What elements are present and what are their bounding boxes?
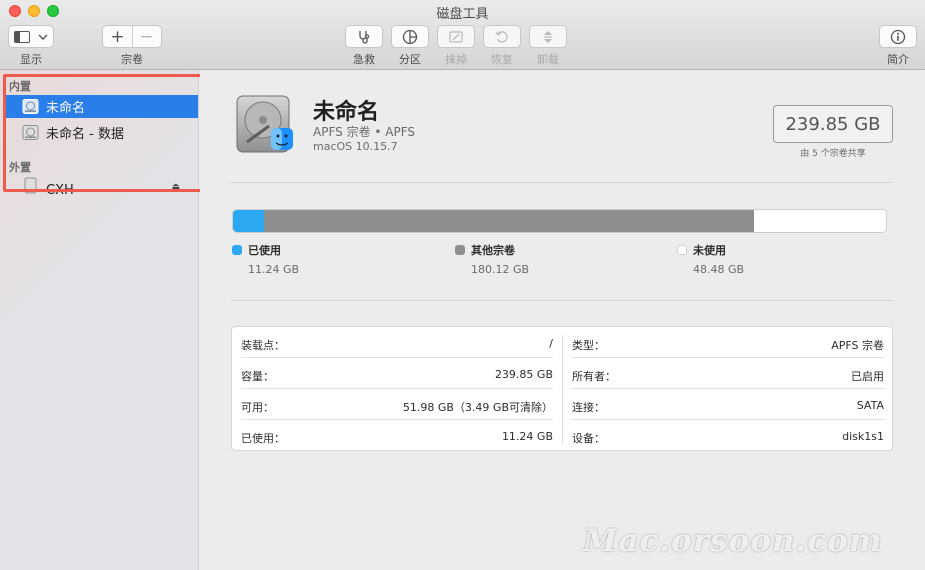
usage-bar-free [754,210,886,232]
chevron-down-icon [38,34,48,40]
hard-drive-icon [236,95,293,153]
info-key: 连接： [572,401,605,414]
info-row: 已使用： 11.24 GB [232,420,562,451]
info-value: SATA [856,399,884,412]
usage-bar-used [233,210,264,232]
erase-label: 抹掉 [445,53,467,66]
restore-icon [495,30,508,43]
info-key: 已使用： [241,432,285,445]
usage-bar [232,209,887,233]
partition-button[interactable] [391,25,429,48]
info-value: APFS 宗卷 [831,339,884,352]
legend-name: 已使用 [248,244,281,257]
stethoscope-icon [359,30,370,44]
pie-partition-icon [402,29,418,44]
info-value: disk1s1 [842,430,884,443]
legend-swatch [677,245,687,255]
watermark: Mac.orsoon.com [583,523,883,559]
info-value: 239.85 GB [494,368,553,381]
info-row: 类型： APFS 宗卷 [563,327,893,358]
segment-divider [132,26,133,47]
info-key: 可用： [241,401,274,414]
erase-button[interactable] [437,25,475,48]
legend-swatch [232,245,242,255]
unmount-label: 卸载 [537,53,559,66]
legend-value: 48.48 GB [693,263,745,276]
title-toolbar: 磁盘工具 显示 + − 宗卷 急救 分区 抹掉 恢复 卸载 简介 [0,0,925,70]
erase-icon [449,30,463,43]
view-button[interactable] [8,25,54,48]
info-value: 11.24 GB [501,430,553,443]
info-value: 已启用 [851,370,884,383]
divider [231,300,893,301]
unmount-icon [544,30,552,43]
volume-subtitle: APFS 宗卷 • APFS [313,125,416,139]
restore-button[interactable] [483,25,521,48]
legend-name: 未使用 [693,244,726,257]
info-row: 可用： 51.98 GB（3.49 GB可清除） [232,389,562,420]
capacity-box: 239.85 GB [773,105,893,143]
add-volume-button[interactable]: + [103,27,132,47]
sidebar-icon [14,30,30,43]
info-button[interactable] [879,25,917,48]
info-label: 简介 [887,53,909,66]
info-row: 设备： disk1s1 [563,420,893,451]
info-key: 所有者： [572,370,616,383]
volume-segmented: + − [102,25,162,48]
info-col-right: 类型： APFS 宗卷 所有者： 已启用 连接： SATA 设备： disk1s… [563,327,893,450]
info-key: 容量： [241,370,274,383]
info-table: 装载点： / 容量： 239.85 GB 可用： 51.98 GB（3.49 G… [231,326,893,451]
info-col-left: 装载点： / 容量： 239.85 GB 可用： 51.98 GB（3.49 G… [232,327,562,450]
plus-icon: + [110,26,125,47]
info-key: 装载点： [241,339,285,352]
window-title: 磁盘工具 [436,7,489,22]
divider [231,182,893,183]
shared-note: 由 5 个宗卷共享 [800,149,866,159]
legend-swatch [455,245,465,255]
info-row: 连接： SATA [563,389,893,420]
info-row: 所有者： 已启用 [563,358,893,389]
info-key: 类型： [572,339,605,352]
legend-name: 其他宗卷 [471,244,515,257]
info-icon [890,29,906,44]
info-row: 容量： 239.85 GB [232,358,562,389]
view-label: 显示 [20,53,42,66]
volume-name: 未命名 [313,100,380,125]
annotation-highlight [3,74,205,192]
disk-utility-window: 磁盘工具 显示 + − 宗卷 急救 分区 抹掉 恢复 卸载 简介 内置 未命名 … [0,0,925,570]
partition-label: 分区 [399,53,421,66]
first-aid-label: 急救 [353,53,375,66]
info-value: / [549,337,553,350]
unmount-button[interactable] [529,25,567,48]
legend-value: 11.24 GB [248,263,300,276]
main-panel: 未命名 APFS 宗卷 • APFS macOS 10.15.7 239.85 … [200,70,925,570]
info-key: 设备： [572,432,605,445]
info-row: 装载点： / [232,327,562,358]
legend-value: 180.12 GB [471,263,530,276]
volume-label: 宗卷 [121,53,143,66]
usage-bar-other [263,210,754,232]
first-aid-button[interactable] [345,25,383,48]
volume-os: macOS 10.15.7 [313,140,398,153]
restore-label: 恢复 [491,53,513,66]
remove-volume-button[interactable]: − [132,27,161,47]
info-value: 51.98 GB（3.49 GB可清除） [402,401,553,414]
minus-icon: − [139,26,154,47]
